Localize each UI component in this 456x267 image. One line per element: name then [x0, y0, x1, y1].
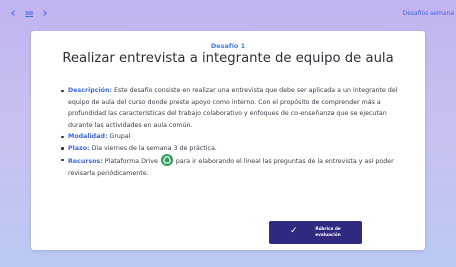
top-bar: ‹ ≡ › Desafíos semana — [0, 0, 456, 30]
page-title: Realizar entrevista a integrante de equi… — [62, 51, 394, 66]
google-drive-icon[interactable] — [160, 154, 173, 166]
forward-arrow-icon[interactable]: › — [38, 7, 52, 21]
back-arrow-icon[interactable]: ‹ — [6, 7, 20, 21]
resources-text-before: Plataforma Drive — [104, 158, 158, 165]
resources-label: Recursos: — [68, 158, 103, 165]
description-text: Este desafío consiste en realizar una en… — [68, 87, 398, 129]
list-item-deadline: Plazo: Día viernes de la semana 3 de prá… — [61, 143, 411, 155]
weekly-challenges-link[interactable]: Desafíos semana — [403, 10, 454, 17]
deadline-label: Plazo: — [68, 144, 90, 152]
modality-label: Modalidad: — [68, 133, 108, 140]
description-label: Descripción: — [68, 87, 112, 94]
deadline-text: Día viernes de la semana 3 de práctica. — [91, 144, 217, 152]
challenge-card: Desafío 1 Realizar entrevista a integran… — [31, 31, 425, 250]
modality-text: Grupal — [109, 133, 131, 140]
rubric-button[interactable]: ✓ Rúbrica de evaluación — [269, 221, 362, 244]
challenge-number: Desafío 1 — [210, 42, 246, 50]
list-item-description: Descripción: Este desafío consiste en re… — [61, 85, 411, 131]
challenge-details-list: Descripción: Este desafío consiste en re… — [61, 85, 411, 179]
menu-icon[interactable]: ≡ — [22, 7, 36, 21]
list-item-modality: Modalidad: Grupal — [61, 131, 411, 143]
list-item-resources: Recursos: Plataforma Drive para ir elabor… — [61, 154, 411, 179]
rubric-button-label: Rúbrica de evaluación — [315, 226, 341, 237]
check-icon: ✓ — [290, 226, 298, 236]
